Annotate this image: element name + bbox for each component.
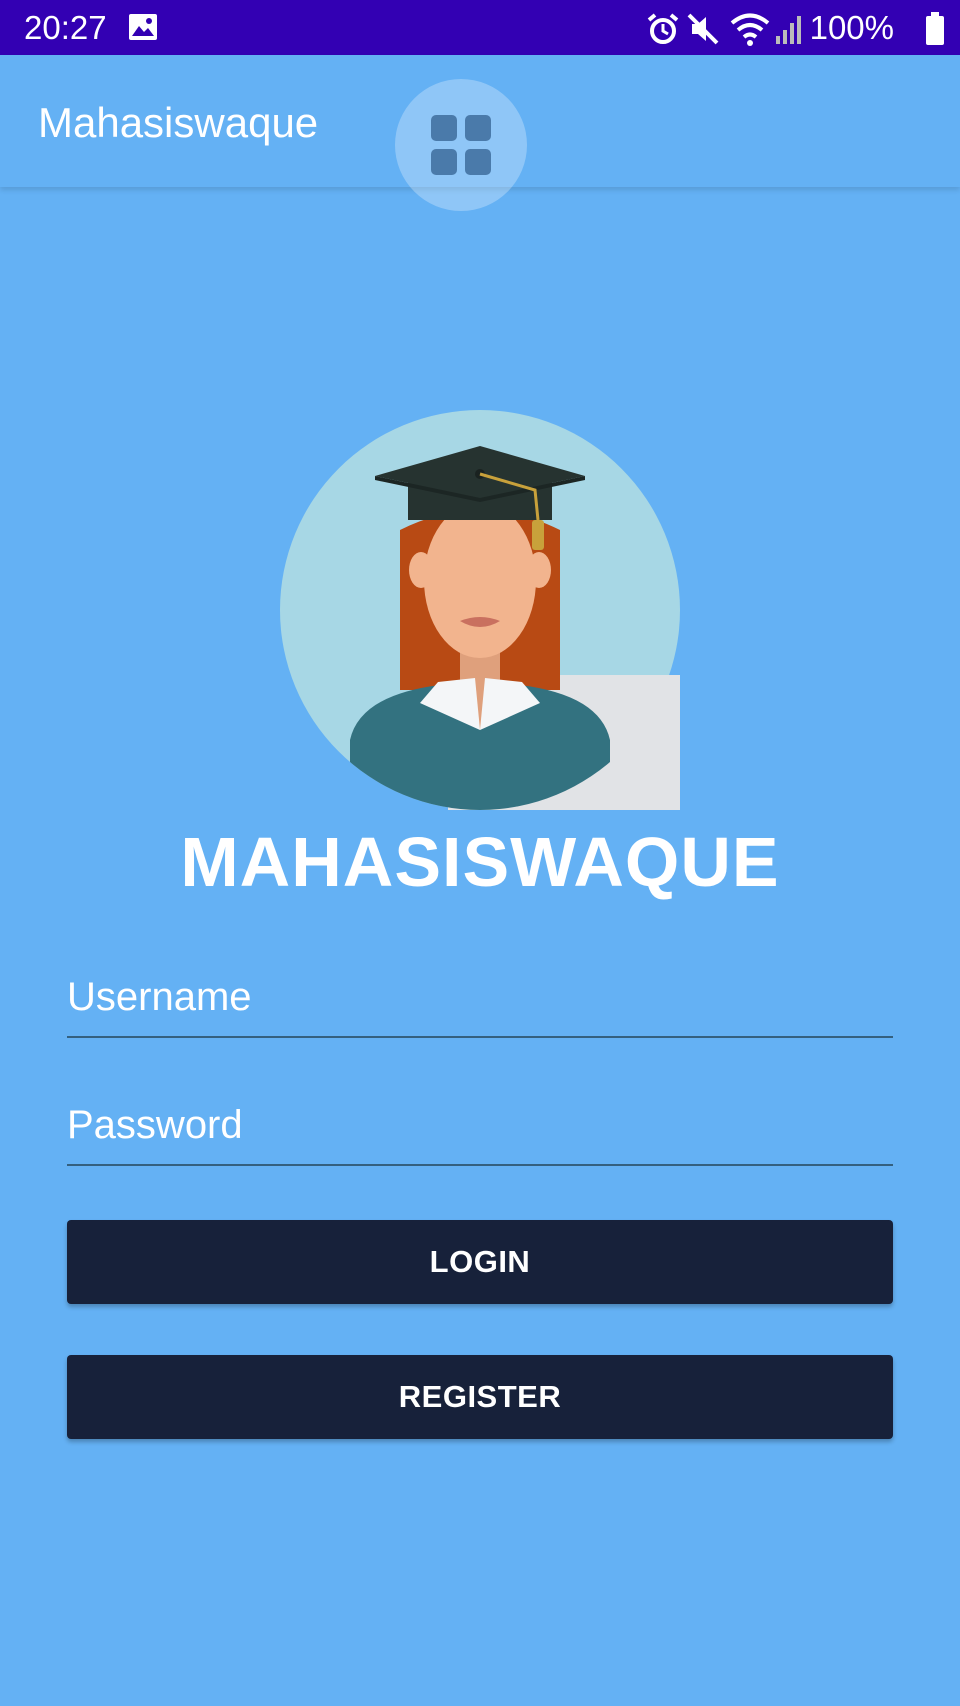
username-field[interactable]: [67, 958, 893, 1038]
brand-title: MAHASISWAQUE: [180, 823, 780, 901]
signal-icon: [776, 16, 801, 44]
status-time: 20:27: [24, 9, 107, 46]
password-input[interactable]: [67, 1086, 893, 1164]
battery-icon: [926, 12, 944, 45]
password-field[interactable]: [67, 1086, 893, 1166]
image-icon: [129, 14, 157, 40]
status-icons: 100%: [646, 8, 946, 48]
register-button[interactable]: REGISTER: [67, 1355, 893, 1439]
grid-icon: [431, 115, 491, 175]
floating-grid-button[interactable]: [395, 79, 527, 211]
app-bar: Mahasiswaque: [0, 55, 960, 211]
status-bar: 20:27 100%: [0, 0, 960, 55]
mute-icon: [687, 13, 719, 45]
graduate-avatar-icon: [280, 410, 680, 810]
app-title: Mahasiswaque: [38, 99, 319, 146]
login-button[interactable]: LOGIN: [67, 1220, 893, 1304]
battery-percent: 100%: [809, 9, 894, 46]
username-input[interactable]: [67, 958, 893, 1036]
wifi-icon: [730, 13, 770, 46]
alarm-icon: [647, 13, 679, 44]
